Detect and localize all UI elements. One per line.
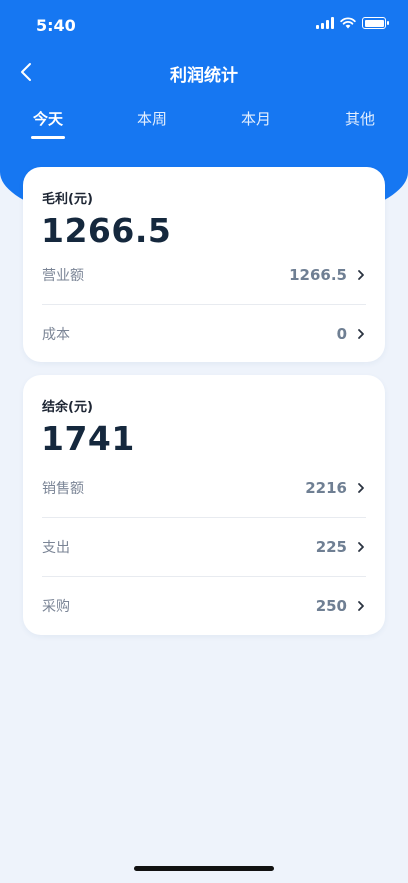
navigation-bar: 利润统计 (0, 52, 408, 92)
expense-label: 支出 (42, 539, 70, 556)
page-title: 利润统计 (170, 66, 238, 86)
expense-row[interactable]: 支出 225 (42, 517, 366, 576)
purchase-value: 250 (315, 596, 347, 615)
cost-row[interactable]: 成本 0 (42, 304, 366, 363)
sales-value: 2216 (305, 478, 347, 497)
gross-profit-card: 毛利(元) 1266.5 营业额 1266.5 成本 0 (23, 167, 385, 362)
battery-icon (362, 17, 389, 29)
revenue-row[interactable]: 营业额 1266.5 (42, 245, 366, 304)
cost-label: 成本 (42, 326, 70, 343)
chevron-right-icon (358, 541, 364, 552)
period-tabs: 今天 本周 本月 其他 (0, 108, 408, 148)
cost-value: 0 (336, 324, 347, 343)
status-icons (316, 17, 389, 29)
chevron-right-icon (358, 600, 364, 611)
balance-card: 结余(元) 1741 销售额 2216 支出 225 采购 250 (23, 375, 385, 635)
purchase-row[interactable]: 采购 250 (42, 576, 366, 635)
home-indicator[interactable] (134, 866, 274, 871)
chevron-right-icon (358, 328, 364, 339)
expense-value: 225 (315, 537, 347, 556)
wifi-icon (340, 17, 356, 29)
chevron-right-icon (358, 482, 364, 493)
chevron-right-icon (358, 269, 364, 280)
sales-row[interactable]: 销售额 2216 (42, 458, 366, 517)
tab-this-week[interactable]: 本周 (117, 108, 187, 129)
tab-today[interactable]: 今天 (13, 108, 83, 129)
balance-label: 结余(元) (42, 400, 93, 415)
revenue-value: 1266.5 (289, 265, 347, 284)
active-tab-indicator (31, 136, 65, 139)
status-time: 5:40 (36, 16, 76, 35)
tab-this-month[interactable]: 本月 (221, 108, 291, 129)
purchase-label: 采购 (42, 598, 70, 615)
balance-value: 1741 (41, 419, 135, 458)
status-bar: 5:40 (0, 0, 408, 52)
revenue-label: 营业额 (42, 267, 84, 284)
cellular-signal-icon (316, 17, 334, 29)
sales-label: 销售额 (42, 480, 84, 497)
gross-profit-label: 毛利(元) (42, 192, 93, 207)
tab-other[interactable]: 其他 (325, 108, 395, 129)
